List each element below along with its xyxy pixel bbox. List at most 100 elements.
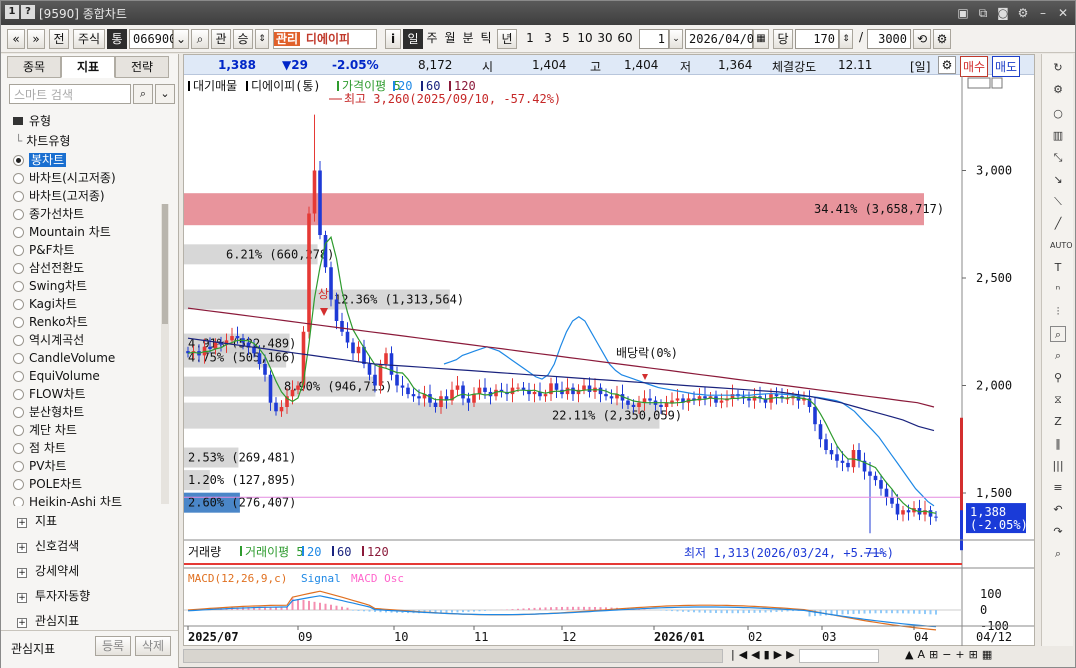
link-icon[interactable]: ⧉ — [975, 5, 991, 21]
section-favorite-indicators[interactable]: + 관심지표 — [17, 612, 79, 632]
info-button[interactable]: i — [385, 29, 401, 49]
playback-controls-icon[interactable]: |◀◀▮▶▶| — [731, 648, 806, 661]
period-minute-tab[interactable]: 분 — [459, 29, 477, 49]
chart-canvas[interactable]: 대기매물 디에이피(통) 가격이평 520 60 1201,5002,0002,5003… — [184, 76, 1034, 646]
pane-lock-button[interactable] — [967, 77, 991, 89]
settings-gear-icon[interactable]: ⚙ — [1015, 5, 1031, 21]
search-icon[interactable]: ⌕ — [133, 84, 153, 104]
expand-down-icon[interactable]: ⌄ — [155, 84, 175, 104]
radio-button[interactable] — [13, 389, 24, 400]
help-icon[interactable]: ? — [21, 5, 35, 19]
scroll-thumb[interactable] — [162, 204, 168, 324]
dang-button[interactable]: 당 — [773, 29, 793, 49]
chart-type-item[interactable]: Renko차트 — [13, 314, 88, 331]
interval-3[interactable]: 3 — [539, 29, 557, 49]
chart-type-item[interactable]: FLOW차트 — [13, 386, 86, 403]
period-month-tab[interactable]: 월 — [441, 29, 459, 49]
jeon-button[interactable]: 전 — [49, 29, 69, 49]
tree-root[interactable]: 유형 — [13, 112, 51, 129]
diagonal-line-icon[interactable]: ╱ — [1050, 216, 1066, 232]
chart-type-item[interactable]: POLE차트 — [13, 476, 82, 493]
tree-scrollbar[interactable] — [161, 204, 169, 504]
register-button[interactable]: 등록 — [95, 636, 131, 656]
chart-type-item[interactable]: Heikin-Ashi 차트 — [13, 494, 122, 506]
auto-trend-icon[interactable]: AUTO — [1050, 238, 1073, 254]
zoom-reset-icon[interactable]: ⟲ — [913, 29, 931, 49]
chart-type-item[interactable]: 바차트(고저종) — [13, 188, 105, 205]
radio-button[interactable] — [13, 479, 24, 490]
radio-button[interactable] — [13, 353, 24, 364]
refresh-icon[interactable]: ↻ — [1050, 60, 1066, 76]
chart-type-item[interactable]: 종가선차트 — [13, 206, 84, 223]
all-text-icon[interactable]: ⁿ — [1050, 282, 1066, 298]
smart-search-input[interactable]: 스마트 검색 — [9, 84, 131, 104]
close-icon[interactable]: ✕ — [1055, 5, 1071, 21]
chart-area[interactable]: 1,388 ▼29 -2.05% 8,172 시 1,404 고 1,404 저… — [183, 54, 1035, 646]
radio-button[interactable] — [13, 299, 24, 310]
chart-type-item[interactable]: 분산형차트 — [13, 404, 84, 421]
tab-stocks[interactable]: 종목 — [7, 56, 61, 78]
app-menu-icon[interactable]: 1 — [5, 5, 19, 19]
save-icon[interactable]: ▣ — [955, 5, 971, 21]
chart-zoom-icon[interactable]: ⚲ — [1050, 370, 1066, 386]
gwan-button[interactable]: 관 — [211, 29, 231, 49]
radio-button[interactable] — [13, 209, 24, 220]
scroll-track[interactable] — [183, 649, 723, 663]
tong-button[interactable]: 통 — [107, 29, 127, 49]
radio-button[interactable] — [13, 371, 24, 382]
interval-60[interactable]: 60 — [615, 29, 635, 49]
magnify-icon[interactable]: ⌕ — [1050, 348, 1066, 364]
chart-type-item[interactable]: PV차트 — [13, 458, 67, 475]
interval-1[interactable]: 1 — [521, 29, 539, 49]
bottom-tools-icon[interactable]: ▲A⊞−+⊞▦ — [905, 648, 996, 661]
candle-icon[interactable]: ⫶ — [1050, 304, 1066, 320]
stock-code-input[interactable]: 066900 — [129, 29, 176, 49]
interval-dropdown-icon[interactable]: ⌄ — [669, 29, 683, 49]
count-input[interactable]: 170 — [795, 29, 839, 49]
minimize-icon[interactable]: – — [1035, 5, 1051, 21]
grid-lines-icon[interactable]: ||| — [1050, 458, 1066, 474]
period-tick-tab[interactable]: 틱 — [477, 29, 495, 49]
radio-button[interactable] — [13, 497, 24, 506]
camera-icon[interactable]: ◙ — [995, 5, 1011, 21]
period-year-tab[interactable]: 년 — [497, 29, 517, 49]
updown-stepper-icon[interactable]: ⇕ — [255, 29, 269, 49]
chart-type-item[interactable]: Kagi차트 — [13, 296, 77, 313]
tab-strategy[interactable]: 전략 — [115, 56, 169, 78]
interval-5[interactable]: 5 — [557, 29, 575, 49]
radio-button[interactable] — [13, 407, 24, 418]
radio-button[interactable] — [13, 461, 24, 472]
section-indicators[interactable]: + 지표 — [17, 512, 57, 532]
count-stepper-icon[interactable]: ⇕ — [839, 29, 853, 49]
section-bull-bear[interactable]: + 강세약세 — [17, 562, 79, 582]
chart-type-item[interactable]: 바차트(시고저종) — [13, 170, 116, 187]
chart-type-item[interactable]: Mountain 차트 — [13, 224, 111, 241]
nav-prev-button[interactable]: « — [7, 29, 25, 49]
nav-next-button[interactable]: » — [27, 29, 45, 49]
zigzag-icon[interactable]: Z — [1050, 414, 1066, 430]
search-icon[interactable]: ⌕ — [191, 29, 209, 49]
chart-type-item[interactable]: 삼선전환도 — [13, 260, 84, 277]
interval-10[interactable]: 10 — [575, 29, 595, 49]
chart-type-item[interactable]: 점 차트 — [13, 440, 66, 457]
zoom-search-icon[interactable]: ⌕ — [1050, 326, 1066, 342]
stock-type-button[interactable]: 주식 — [73, 29, 105, 49]
tab-indicators[interactable]: 지표 — [61, 56, 115, 78]
vertical-lines-icon[interactable]: ‖ — [1050, 436, 1066, 452]
radio-button[interactable] — [13, 443, 24, 454]
circle-icon[interactable]: ○ — [1050, 106, 1066, 122]
interval-30[interactable]: 30 — [595, 29, 615, 49]
gear-icon[interactable]: ⚙ — [1050, 82, 1066, 98]
compare-icon[interactable]: ⧖ — [1050, 392, 1066, 408]
radio-button[interactable] — [13, 335, 24, 346]
chart-scroll-bar[interactable]: |◀◀▮▶▶| ▲A⊞−+⊞▦ — [183, 646, 1035, 666]
radio-button[interactable] — [13, 227, 24, 238]
chart-type-item[interactable]: 역시계곡선 — [13, 332, 84, 349]
ray-line-icon[interactable]: ↘ — [1050, 172, 1066, 188]
chart-type-item[interactable]: P&F차트 — [13, 242, 75, 259]
period-day-tab[interactable]: 일 — [403, 29, 423, 49]
interval-input[interactable]: 1 — [639, 29, 669, 49]
toolbar-settings-icon[interactable]: ⚙ — [933, 29, 951, 49]
seung-button[interactable]: 승 — [233, 29, 253, 49]
calendar-icon[interactable]: ▦ — [753, 29, 769, 49]
